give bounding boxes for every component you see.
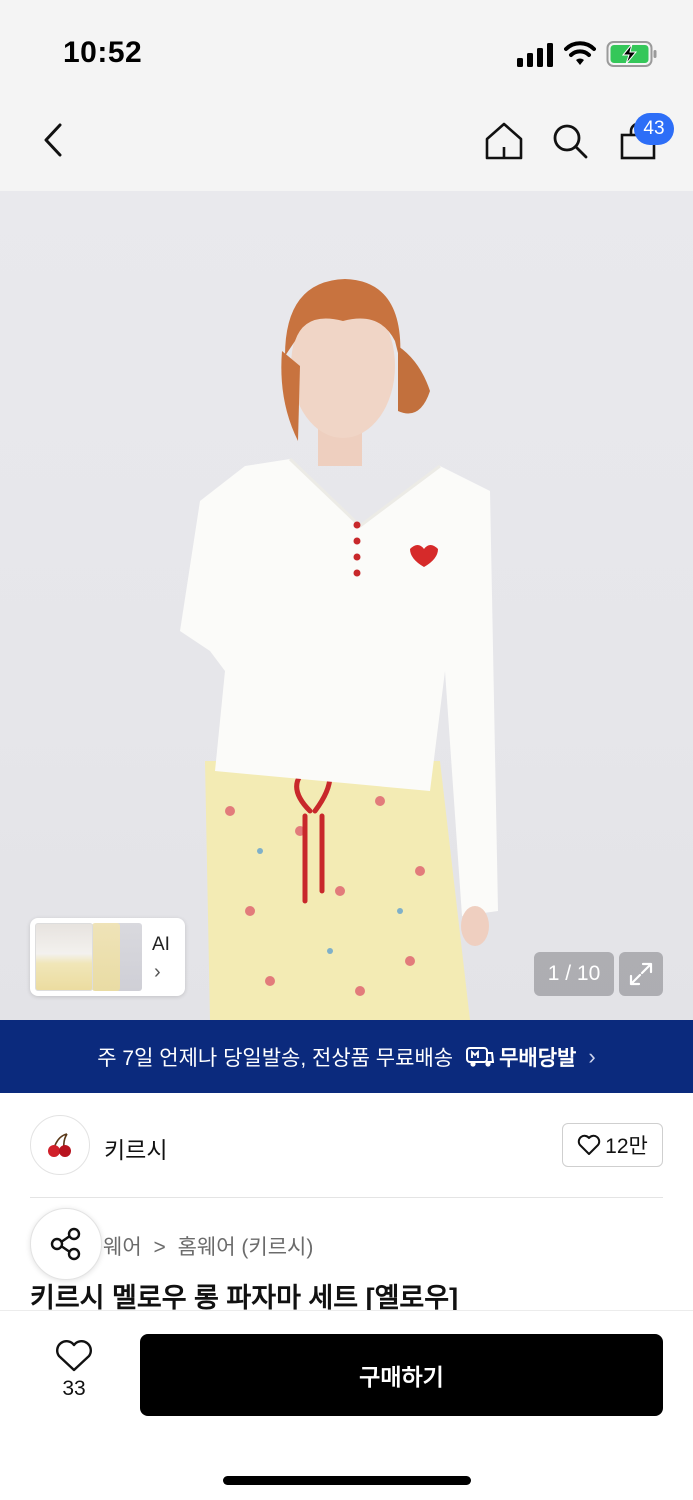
nav-bar — [0, 95, 693, 191]
breadcrumb-separator: > — [153, 1236, 166, 1259]
delivery-text: 주 7일 언제나 당일발송, 전상품 무료배송 — [97, 1046, 454, 1070]
share-icon — [50, 1227, 81, 1261]
heart-icon — [56, 1340, 92, 1372]
brand-row: 키르시 12만 — [0, 1093, 693, 1198]
product-image[interactable]: AI › 1 / 10 — [0, 191, 693, 1020]
chevron-right-icon: › — [154, 961, 161, 983]
home-indicator — [223, 1476, 471, 1485]
product-title: 키르시 멜로우 롱 파자마 세트 [옐로우] — [30, 1283, 459, 1310]
status-bar: 10:52 — [0, 0, 693, 95]
delivery-truck-icon — [466, 1046, 495, 1067]
ai-thumbnail-1 — [35, 923, 93, 991]
buy-button[interactable]: 구매하기 — [140, 1334, 663, 1416]
ai-thumbnail-2 — [92, 923, 120, 991]
home-button[interactable] — [480, 115, 528, 167]
wishlist-count: 33 — [62, 1377, 86, 1400]
battery-charging-icon — [606, 41, 657, 67]
divider — [30, 1197, 663, 1198]
breadcrumb-category[interactable]: 웨어 — [103, 1236, 142, 1259]
home-icon — [485, 122, 523, 160]
back-button[interactable] — [30, 115, 76, 165]
heart-icon — [577, 1134, 601, 1155]
status-time: 10:52 — [63, 36, 143, 69]
share-button[interactable] — [30, 1208, 102, 1280]
product-title-container: 키르시 멜로우 롱 파자마 세트 [옐로우] — [30, 1280, 670, 1310]
delivery-logo: 무배당발 — [465, 1042, 576, 1072]
breadcrumb: 웨어 > 홈웨어 (키르시) — [103, 1231, 313, 1261]
delivery-logo-text: 무배당발 — [499, 1046, 577, 1070]
cellular-signal-icon — [517, 43, 553, 67]
search-icon — [553, 124, 588, 159]
wishlist-button[interactable]: 33 — [44, 1339, 104, 1411]
breadcrumb-subcategory[interactable]: 홈웨어 (키르시) — [178, 1236, 314, 1259]
ai-try-on-card[interactable]: AI › — [30, 918, 185, 996]
fullscreen-button[interactable] — [619, 952, 663, 996]
cart-count-badge: 43 — [634, 113, 674, 145]
brand-like-button[interactable]: 12만 — [562, 1123, 663, 1167]
search-button[interactable] — [546, 115, 594, 167]
chevron-right-icon: › — [588, 1043, 596, 1069]
bottom-action-bar: 33 구매하기 — [0, 1310, 693, 1500]
ai-label: AI — [152, 934, 170, 955]
brand-like-count: 12만 — [605, 1135, 648, 1158]
brand-name[interactable]: 키르시 — [104, 1131, 167, 1165]
cherry-logo-icon — [48, 1133, 71, 1157]
wifi-icon — [564, 41, 596, 65]
chevron-left-icon — [44, 123, 62, 157]
model-photo — [180, 279, 498, 1020]
expand-icon — [629, 962, 653, 986]
image-page-counter: 1 / 10 — [534, 952, 614, 996]
brand-logo[interactable] — [30, 1115, 90, 1175]
delivery-banner[interactable]: 주 7일 언제나 당일발송, 전상품 무료배송 무배당발 › — [0, 1020, 693, 1093]
